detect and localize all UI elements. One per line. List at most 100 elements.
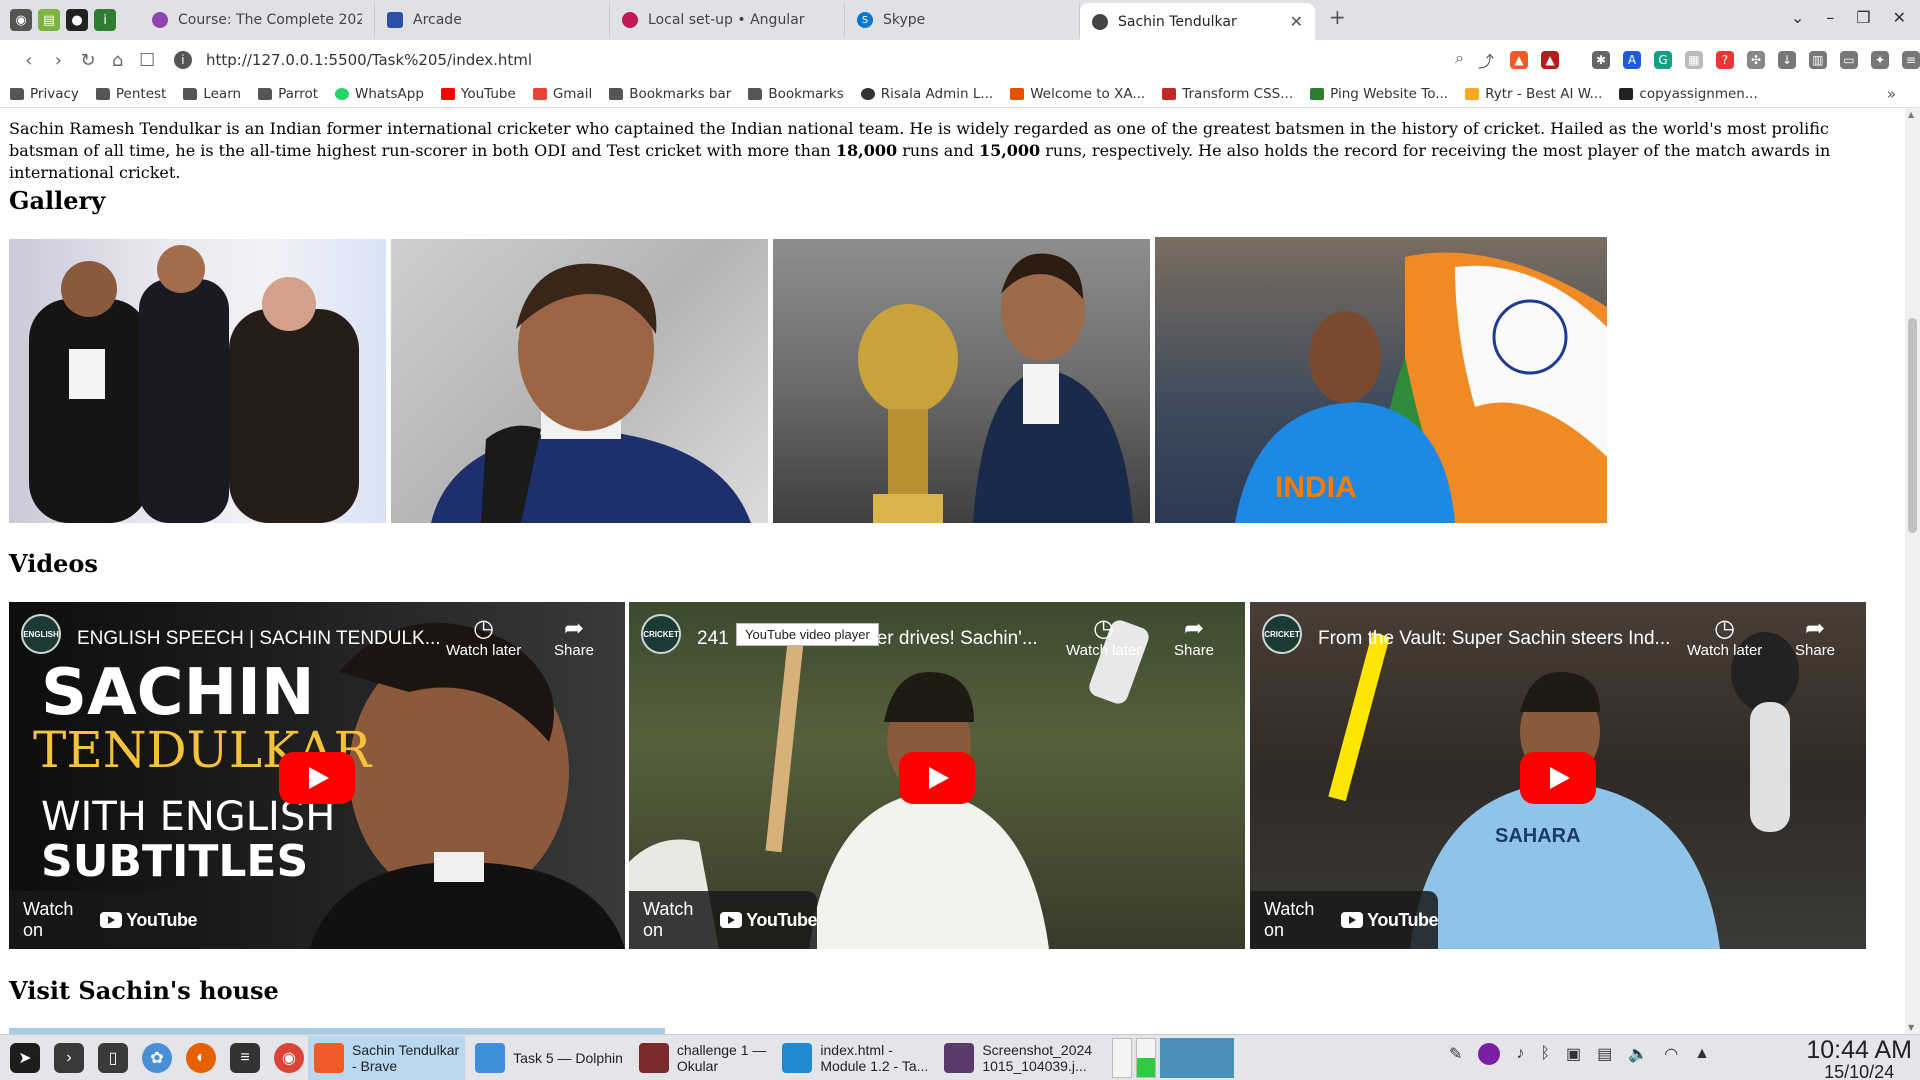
bookmark-whatsapp[interactable]: WhatsApp	[335, 86, 424, 102]
restore-button[interactable]: ❐	[1856, 8, 1870, 27]
scrollbar-thumb[interactable]	[1908, 318, 1917, 533]
clipboard-icon[interactable]: ▤	[1597, 1044, 1612, 1064]
tab-arcade[interactable]: Arcade	[375, 3, 610, 37]
pinned-tab-1[interactable]: ◉	[10, 9, 32, 31]
page-scrollbar[interactable]: ▲ ▼	[1905, 108, 1920, 1034]
chrome-icon[interactable]: ◉	[274, 1042, 304, 1073]
clock[interactable]: 10:44 AM 15/10/24	[1806, 1037, 1912, 1080]
play-button[interactable]	[899, 752, 975, 804]
bookmark-bookmarks-bar[interactable]: Bookmarks bar	[609, 86, 731, 102]
pinned-tab-2[interactable]: ▤	[38, 9, 60, 31]
tray-expand-icon[interactable]: ▲	[1694, 1045, 1710, 1063]
bookmark-copyassignment[interactable]: copyassignmen...	[1619, 86, 1758, 102]
translate-extension-icon[interactable]: A	[1622, 51, 1641, 69]
reload-button[interactable]: ↻	[73, 50, 103, 71]
bookmark-parrot[interactable]: Parrot	[258, 86, 318, 102]
scroll-down-icon[interactable]: ▼	[1908, 1023, 1914, 1032]
forward-button[interactable]: ›	[44, 50, 74, 71]
workspace-2[interactable]	[1136, 1037, 1157, 1078]
network-manager-icon[interactable]: ▣	[1566, 1044, 1581, 1064]
color-picker-icon[interactable]: ✎	[1449, 1044, 1462, 1064]
task-dolphin[interactable]: Task 5 — Dolphin	[469, 1036, 629, 1080]
channel-logo[interactable]: CRICKET	[641, 614, 681, 654]
watch-later-button[interactable]: ◷ Watch later	[1687, 616, 1762, 660]
url-text[interactable]: http://127.0.0.1:5500/Task%205/index.htm…	[206, 51, 1455, 69]
minimize-button[interactable]: –	[1826, 8, 1834, 27]
leo-ai-icon[interactable]: ✦	[1870, 51, 1889, 69]
play-button[interactable]	[1520, 752, 1596, 804]
bookmark-rytr[interactable]: Rytr - Best AI W...	[1465, 86, 1602, 102]
extension-icon-4[interactable]: ▦	[1684, 51, 1703, 69]
files-icon[interactable]: ▯	[98, 1042, 128, 1073]
tab-angular[interactable]: Local set-up • Angular	[610, 3, 845, 37]
firefox-icon[interactable]: ◐	[186, 1042, 216, 1073]
close-tab-icon[interactable]: ✕	[1290, 12, 1303, 31]
task-brave[interactable]: Sachin Tendulkar - Brave	[308, 1035, 466, 1080]
settings-icon[interactable]: ✿	[142, 1042, 172, 1073]
bookmark-risala[interactable]: Risala Admin L...	[860, 86, 993, 102]
extensions-puzzle-icon[interactable]: ✣	[1746, 51, 1765, 69]
close-window-button[interactable]: ✕	[1893, 8, 1906, 27]
bookmark-transform-css[interactable]: Transform CSS...	[1162, 86, 1293, 102]
bookmark-privacy[interactable]: Privacy	[10, 86, 79, 102]
channel-logo[interactable]: CRICKET	[1262, 614, 1302, 654]
extension-icon-1[interactable]: ✱	[1591, 51, 1610, 69]
video-embed-3[interactable]: SAHARA CRICKET From the Vault: Super Sac…	[1250, 602, 1866, 949]
bookmark-welcome-xa[interactable]: Welcome to XA...	[1010, 86, 1145, 102]
scroll-up-icon[interactable]: ▲	[1908, 110, 1914, 119]
video-title[interactable]: ENGLISH SPEECH | SACHIN TENDULK...	[77, 628, 441, 650]
tab-list-chevron-icon[interactable]: ⌄	[1791, 8, 1804, 27]
watch-on-youtube-button[interactable]: Watch on YouTube	[9, 891, 197, 949]
brave-rewards-icon[interactable]: ▲	[1540, 51, 1559, 69]
watch-later-button[interactable]: ◷ Watch later	[446, 616, 521, 660]
bookmark-ping-website[interactable]: Ping Website To...	[1310, 86, 1448, 102]
watch-on-youtube-button[interactable]: Watch on YouTube	[629, 891, 817, 949]
site-info-icon[interactable]: i	[173, 51, 192, 69]
app-indicator-icon[interactable]	[1478, 1043, 1501, 1065]
watch-later-button[interactable]: ◷ Watch later	[1066, 616, 1141, 660]
bookmark-learn[interactable]: Learn	[183, 86, 241, 102]
grammarly-icon[interactable]: G	[1653, 51, 1672, 69]
downloads-icon[interactable]: ↓	[1777, 51, 1796, 69]
bookmark-bookmarks[interactable]: Bookmarks	[748, 86, 844, 102]
zoom-icon[interactable]: ⌕	[1455, 48, 1464, 72]
sidebar-toggle-icon[interactable]: ▥	[1808, 51, 1827, 69]
share-button[interactable]: ➦ Share	[1795, 616, 1835, 660]
tab-skype[interactable]: S Skype	[845, 3, 1080, 37]
video-embed-2[interactable]: CRICKET 241 er drives! Sachin'... ◷ Watch …	[629, 602, 1245, 949]
task-screenshot[interactable]: Screenshot_2024 1015_104039.j...	[938, 1036, 1098, 1080]
bookmark-button[interactable]: ☐	[132, 50, 162, 71]
more-bookmarks-icon[interactable]: »	[1887, 85, 1896, 103]
bluetooth-icon[interactable]: ᛒ	[1540, 1045, 1550, 1063]
extension-icon-5[interactable]: ?	[1715, 51, 1734, 69]
system-monitor-icon[interactable]: ≡	[230, 1042, 260, 1073]
task-okular[interactable]: challenge 1 — Okular	[633, 1036, 773, 1080]
video-embed-1[interactable]: SACHIN TENDULKAR WITH ENGLISH SUBTITLES …	[9, 602, 625, 949]
bookmark-youtube[interactable]: YouTube	[440, 86, 516, 102]
brave-shields-icon[interactable]: ▲	[1509, 51, 1528, 69]
share-icon[interactable]: ⤴	[1478, 48, 1494, 72]
github-pinned-tab[interactable]: ●	[66, 9, 88, 31]
play-button[interactable]	[279, 752, 355, 804]
notifications-icon[interactable]: ♪	[1516, 1045, 1524, 1063]
share-button[interactable]: ➦ Share	[1174, 616, 1214, 660]
video-title[interactable]: From the Vault: Super Sachin steers Ind.…	[1318, 628, 1670, 650]
tab-sachin-tendulkar[interactable]: Sachin Tendulkar ✕	[1080, 3, 1315, 40]
bookmark-gmail[interactable]: Gmail	[532, 86, 592, 102]
task-vscode[interactable]: index.html - Module 1.2 - Ta...	[776, 1036, 934, 1080]
workspace-3[interactable]	[1160, 1037, 1235, 1078]
back-button[interactable]: ‹	[14, 50, 44, 71]
menu-icon[interactable]: ≡	[1901, 51, 1920, 69]
app-menu-icon[interactable]: ➤	[10, 1042, 40, 1073]
wallet-icon[interactable]: ▭	[1839, 51, 1858, 69]
share-button[interactable]: ➦ Share	[554, 616, 594, 660]
tab-course[interactable]: Course: The Complete 2024	[140, 3, 375, 37]
pinned-tab-4[interactable]: i	[94, 9, 116, 31]
channel-logo[interactable]: ENGLISH	[21, 614, 61, 654]
workspace-1[interactable]	[1112, 1037, 1133, 1078]
new-tab-button[interactable]: +	[1329, 5, 1346, 29]
home-button[interactable]: ⌂	[103, 50, 133, 71]
wifi-icon[interactable]: ◠	[1664, 1044, 1678, 1064]
volume-icon[interactable]: 🔈	[1628, 1044, 1648, 1064]
bookmark-pentest[interactable]: Pentest	[95, 86, 166, 102]
